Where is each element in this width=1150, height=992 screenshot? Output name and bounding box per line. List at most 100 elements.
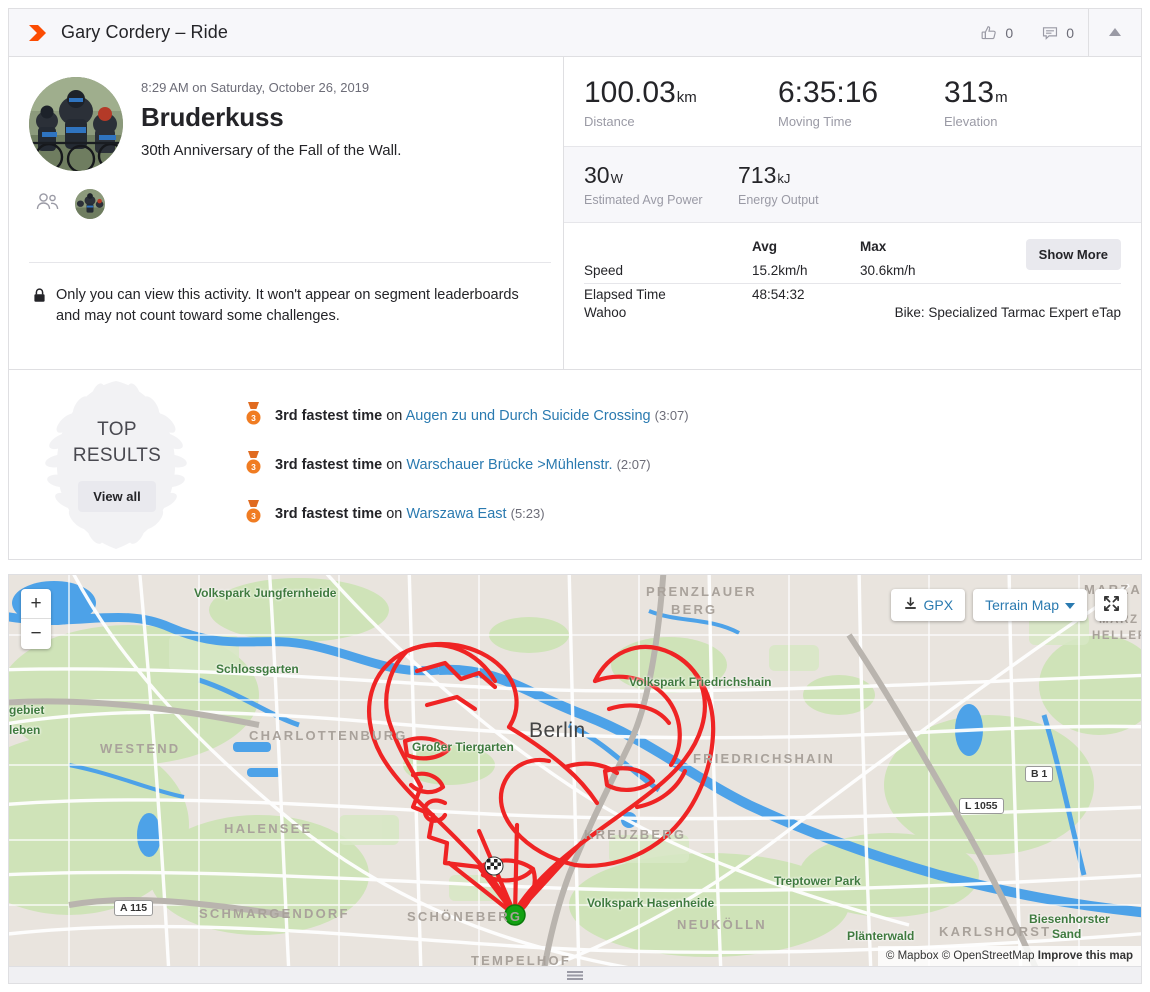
fullscreen-button[interactable] — [1095, 589, 1127, 621]
download-icon — [903, 596, 918, 614]
achievement-rank: 3rd fastest time — [275, 505, 383, 522]
stat-avg-power: 30W Estimated Avg Power — [584, 163, 710, 208]
gpx-label: GPX — [923, 597, 954, 613]
achievement-time: (2:07) — [616, 456, 651, 472]
activity-title[interactable]: Bruderkuss — [141, 102, 401, 133]
stat-distance: 100.03km Distance — [584, 77, 752, 130]
top-results-badge: TOP RESULTS View all — [23, 379, 211, 551]
people-icon — [35, 192, 61, 217]
achievement-connector: on — [386, 456, 403, 473]
kudos-button[interactable]: 0 — [966, 9, 1027, 56]
start-marker — [504, 904, 526, 926]
th-blank — [584, 239, 752, 263]
athlete-avatar[interactable] — [29, 77, 123, 171]
activity-description: 30th Anniversary of the Fall of the Wall… — [141, 142, 402, 159]
participants-row — [9, 171, 563, 219]
th-avg: Avg — [752, 239, 778, 255]
bronze-medal-icon: 3 — [245, 450, 262, 479]
map-attribution: © Mapbox © OpenStreetMap Improve this ma… — [877, 946, 1141, 966]
grabber-icon — [567, 970, 583, 980]
gear-row: Wahoo Bike: Specialized Tarmac Expert eT… — [584, 305, 1121, 320]
activity-meta: 8:29 AM on Saturday, October 26, 2019 Br… — [141, 77, 401, 171]
gear-divider — [584, 283, 1121, 284]
route-map[interactable]: Volkspark Jungfernheide Schlossgarten PR… — [8, 574, 1142, 967]
expand-icon — [1103, 595, 1120, 615]
comment-count: 0 — [1066, 24, 1074, 41]
stat-elevation-unit: m — [995, 89, 1008, 106]
activity-date: 8:29 AM on Saturday, October 26, 2019 — [141, 80, 370, 95]
map-layer-label: Terrain Map — [985, 597, 1059, 613]
achievement-segment-link[interactable]: Augen zu und Durch Suicide Crossing — [406, 408, 651, 424]
view-all-button[interactable]: View all — [78, 481, 156, 513]
attribution-osm[interactable]: © OpenStreetMap — [942, 950, 1035, 962]
road-shield: L 1055 — [959, 798, 1004, 814]
achievement-segment-link[interactable]: Warschauer Brücke >Mühlenstr. — [406, 457, 612, 473]
stat-distance-label: Distance — [584, 113, 635, 129]
road-shield: B 1 — [1025, 766, 1054, 782]
list-item: 3 3rd fastest time on Warszawa East (5:2… — [245, 499, 1141, 528]
gpx-download-button[interactable]: GPX — [890, 589, 966, 621]
bronze-medal-icon: 3 — [245, 499, 262, 528]
chevron-up-icon — [1108, 24, 1122, 42]
map-tiles — [9, 575, 1141, 966]
stat-elevation: 313m Elevation — [944, 77, 1008, 130]
participant-avatar[interactable] — [75, 189, 105, 219]
achievement-time: (3:07) — [654, 407, 689, 423]
stat-avg-power-label: Estimated Avg Power — [584, 192, 703, 207]
detail-stats-table: Avg Max Speed 15.2km/h 30.6km/h Elapsed … — [584, 239, 1004, 311]
caret-down-icon — [1065, 597, 1075, 613]
attribution-mapbox[interactable]: © Mapbox — [886, 950, 939, 962]
header-left: Gary Cordery – Ride — [9, 20, 966, 46]
privacy-notice: Only you can view this activity. It won'… — [33, 285, 543, 327]
lock-icon — [33, 288, 46, 327]
stat-distance-unit: km — [676, 89, 697, 106]
map-zoom-controls: + − — [21, 589, 51, 649]
top-results-title: TOP RESULTS — [73, 417, 161, 468]
zoom-out-button[interactable]: − — [21, 619, 51, 649]
stat-energy-output: 713kJ Energy Output — [738, 163, 819, 208]
achievement-segment-link[interactable]: Warszawa East — [406, 506, 506, 522]
show-more-button[interactable]: Show More — [1025, 239, 1121, 271]
achievement-connector: on — [386, 505, 403, 522]
activity-summary-column: 8:29 AM on Saturday, October 26, 2019 Br… — [9, 57, 564, 369]
map-layer-dropdown[interactable]: Terrain Map — [973, 589, 1087, 621]
achievement-rank: 3rd fastest time — [275, 407, 383, 424]
zoom-in-button[interactable]: + — [21, 589, 51, 619]
finish-flag-marker — [484, 856, 504, 876]
medal-rank: 3 — [251, 413, 256, 423]
comment-button[interactable]: 0 — [1027, 9, 1088, 56]
stat-avg-power-unit: W — [610, 170, 623, 186]
stat-moving-time-label: Moving Time — [778, 113, 852, 129]
primary-stats: 100.03km Distance 6:35:16 Moving Time 31… — [564, 57, 1141, 147]
top-results-line1: TOP — [97, 418, 137, 440]
page-title: Gary Cordery – Ride — [61, 22, 228, 42]
thumbs-up-icon — [980, 24, 998, 42]
gear-name: Bike: Specialized Tarmac Expert eTap — [894, 305, 1121, 320]
stat-moving-time: 6:35:16 Moving Time — [778, 77, 918, 130]
athlete-block: 8:29 AM on Saturday, October 26, 2019 Br… — [9, 57, 563, 171]
comment-icon — [1041, 24, 1059, 42]
stat-distance-value: 100.03 — [584, 76, 676, 109]
stat-energy-output-unit: kJ — [777, 170, 791, 186]
bronze-medal-icon: 3 — [245, 401, 262, 430]
detail-stats-table-wrap: Avg Max Speed 15.2km/h 30.6km/h Elapsed … — [564, 223, 1141, 311]
achievement-list: 3 3rd fastest time on Augen zu und Durch… — [211, 401, 1141, 528]
stat-moving-time-value: 6:35:16 — [778, 76, 879, 109]
strava-chevron-icon[interactable] — [25, 20, 51, 46]
summary-divider — [29, 262, 551, 263]
collapse-button[interactable] — [1089, 9, 1141, 56]
device-name: Wahoo — [584, 305, 627, 320]
kudos-count: 0 — [1005, 24, 1014, 41]
strava-activity-page: Gary Cordery – Ride 0 0 8:29 AM on Satur… — [0, 0, 1150, 992]
list-item: 3 3rd fastest time on Warschauer Brücke … — [245, 450, 1141, 479]
privacy-text: Only you can view this activity. It won'… — [56, 287, 519, 325]
map-resize-handle[interactable] — [8, 967, 1142, 984]
header-actions: 0 0 — [966, 9, 1141, 56]
th-max: Max — [860, 239, 887, 255]
stat-elevation-label: Elevation — [944, 113, 998, 129]
attribution-improve-link[interactable]: Improve this map — [1038, 950, 1133, 962]
activity-card: Gary Cordery – Ride 0 0 8:29 AM on Satur… — [8, 8, 1142, 560]
stat-energy-output-value: 713 — [738, 161, 777, 188]
stat-avg-power-value: 30 — [584, 161, 610, 188]
top-results-line2: RESULTS — [72, 444, 162, 466]
